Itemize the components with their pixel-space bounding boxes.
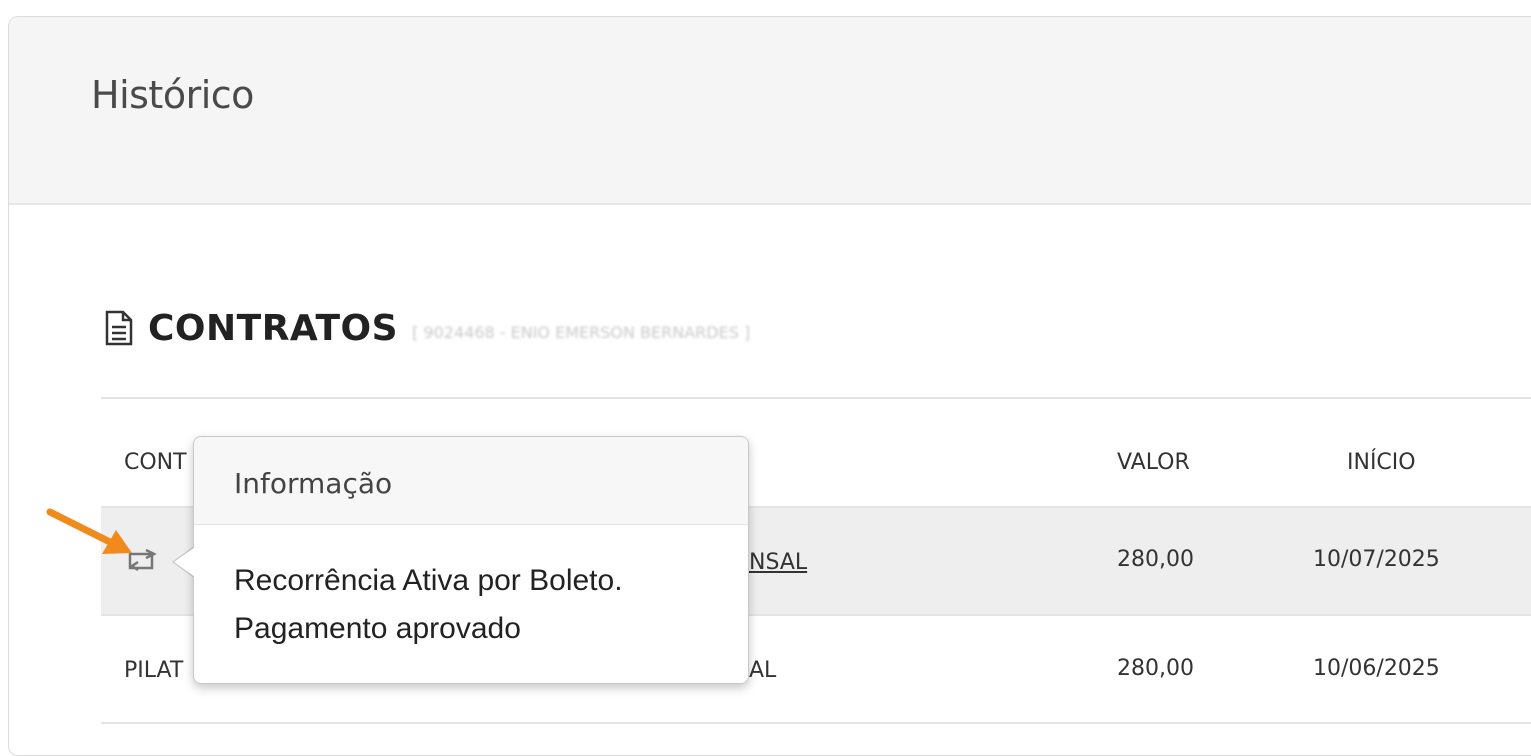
info-tooltip: Informação Recorrência Ativa por Boleto.… bbox=[193, 436, 749, 684]
contract-name-end: AL bbox=[749, 658, 777, 683]
contract-value: 280,00 bbox=[1117, 656, 1194, 681]
tooltip-line-recurrence: Recorrência Ativa por Boleto. bbox=[234, 564, 623, 597]
tooltip-line-payment: Pagamento aprovado bbox=[234, 612, 521, 645]
tooltip-body: Recorrência Ativa por Boleto. Pagamento … bbox=[234, 557, 623, 653]
contract-name: PILAT bbox=[124, 658, 184, 683]
tooltip-header: Informação bbox=[194, 437, 748, 525]
column-header-start[interactable]: INÍCIO bbox=[1347, 450, 1416, 475]
table-top-divider bbox=[101, 397, 1531, 399]
contract-value: 280,00 bbox=[1117, 547, 1194, 572]
tooltip-caret-fill bbox=[174, 547, 195, 577]
contract-link[interactable]: NSAL bbox=[749, 550, 807, 575]
row-divider bbox=[101, 722, 1531, 724]
contracts-section-header: CONTRATOS [ 9024468 - ENIO EMERSON BERNA… bbox=[104, 303, 750, 353]
panel-title: Histórico bbox=[91, 73, 254, 117]
contract-start-date: 10/06/2025 bbox=[1313, 656, 1440, 681]
column-header-value[interactable]: VALOR bbox=[1117, 450, 1190, 475]
section-title: CONTRATOS bbox=[148, 307, 399, 349]
column-header-contract[interactable]: CONT bbox=[124, 450, 187, 475]
panel-header: Histórico bbox=[9, 17, 1531, 205]
contract-start-date: 10/07/2025 bbox=[1313, 547, 1440, 572]
tooltip-title: Informação bbox=[234, 467, 393, 500]
client-identifier: [ 9024468 - ENIO EMERSON BERNARDES ] bbox=[412, 322, 751, 342]
document-icon bbox=[105, 310, 133, 346]
annotation-arrow-icon bbox=[46, 508, 132, 554]
